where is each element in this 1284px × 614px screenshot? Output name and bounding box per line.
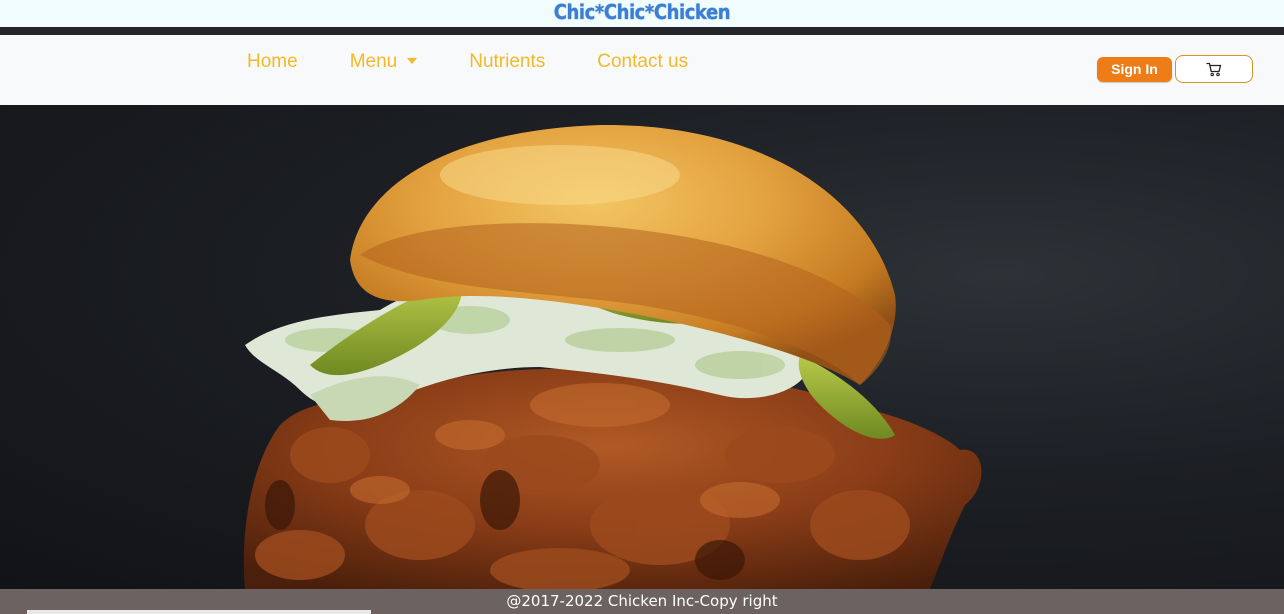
chevron-down-icon <box>407 58 418 64</box>
shopping-cart-icon <box>1206 62 1222 77</box>
brand-logo-text[interactable]: Chic*Chic*Chicken <box>554 0 731 24</box>
sign-in-button[interactable]: Sign In <box>1097 57 1172 82</box>
nav-link-home[interactable]: Home <box>247 51 298 73</box>
nav-link-nutrients[interactable]: Nutrients <box>469 51 545 73</box>
cart-button[interactable] <box>1175 55 1253 83</box>
nav-link-contact-us[interactable]: Contact us <box>597 51 688 73</box>
chicken-sandwich-illustration <box>243 124 982 589</box>
nav-link-menu-dropdown[interactable]: Menu <box>350 51 418 73</box>
hero-image <box>0 105 1284 589</box>
nav-link-menu-label: Menu <box>349 51 398 72</box>
top-banner: Chic*Chic*Chicken <box>0 0 1284 27</box>
nav-links: Home Menu Nutrients Contact us <box>247 51 688 73</box>
horizontal-scrollbar[interactable] <box>27 610 371 614</box>
header-divider <box>0 27 1284 35</box>
main-navbar: Home Menu Nutrients Contact us Sign In <box>0 35 1284 105</box>
